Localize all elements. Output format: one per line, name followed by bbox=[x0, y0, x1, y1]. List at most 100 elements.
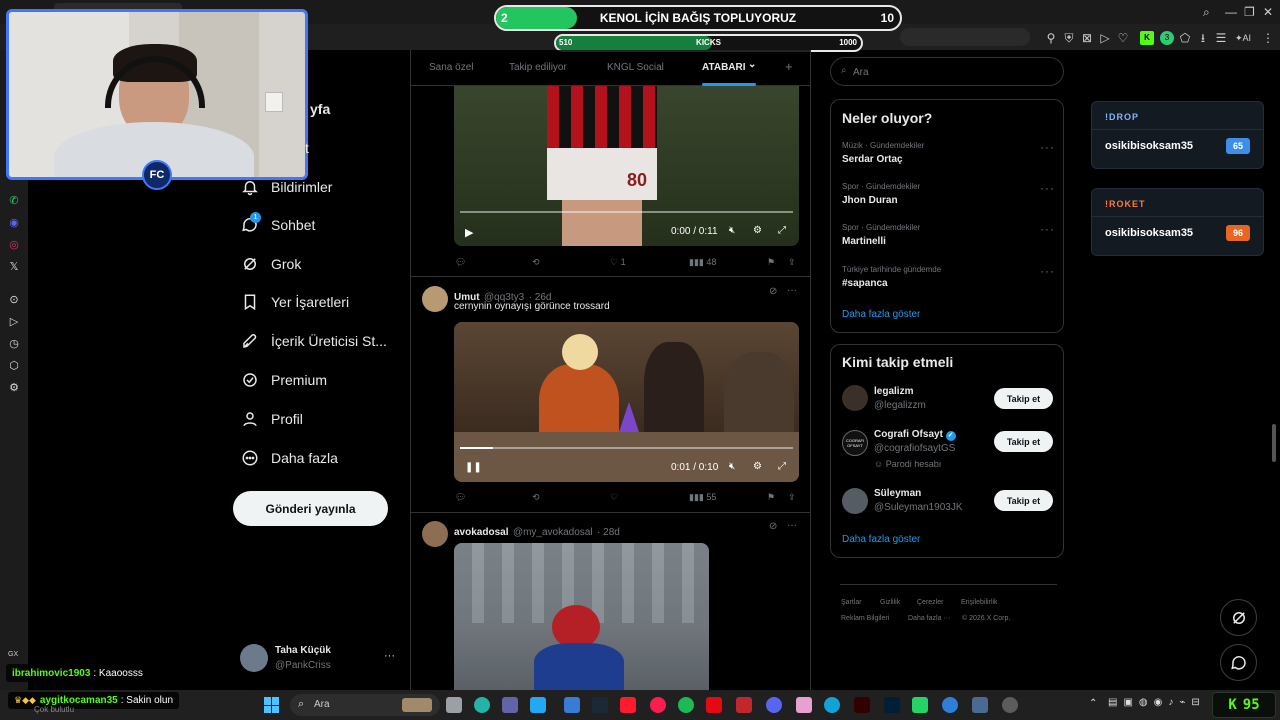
download-icon[interactable]: ⭳ bbox=[1196, 31, 1210, 45]
trend-more-icon[interactable]: ··· bbox=[1040, 140, 1055, 154]
bookmark-icon[interactable]: ⚑ bbox=[767, 492, 775, 503]
block-icon[interactable]: ⊠ bbox=[1080, 31, 1094, 45]
cube-icon[interactable]: ⬡ bbox=[6, 358, 22, 374]
retweet-icon[interactable]: ⟲ bbox=[532, 257, 540, 268]
views-icon[interactable]: ▮▮▮ 55 bbox=[689, 492, 716, 503]
instagram-icon[interactable]: ◎ bbox=[6, 237, 22, 253]
chrome-active-icon[interactable] bbox=[942, 697, 958, 713]
discord-icon[interactable] bbox=[766, 697, 782, 713]
opera-gx-icon[interactable] bbox=[650, 697, 666, 713]
x-icon[interactable]: 𝕏 bbox=[6, 259, 22, 275]
messages-floating-button[interactable] bbox=[1220, 644, 1257, 681]
like-icon[interactable]: ♡ 1 bbox=[610, 257, 626, 268]
share-icon[interactable]: ⇪ bbox=[788, 492, 796, 503]
grok-icon[interactable]: ⊘ bbox=[769, 521, 777, 532]
edge-icon[interactable] bbox=[474, 697, 490, 713]
nav-bookmarks[interactable]: Yer İşaretleri bbox=[240, 289, 349, 315]
search-icon[interactable]: ⌕ bbox=[1203, 5, 1210, 20]
photoshop-icon[interactable] bbox=[884, 697, 900, 713]
netflix-icon[interactable] bbox=[706, 697, 722, 713]
address-bar[interactable] bbox=[900, 28, 1030, 46]
retweet-icon[interactable]: ⟲ bbox=[532, 492, 540, 503]
tray-icons[interactable]: ▤▣◍◉♪⌁⊟ bbox=[1108, 697, 1206, 708]
ai-icon[interactable]: ✦AI bbox=[1234, 31, 1252, 45]
trend-item[interactable]: Müzik · Gündemdekiler Serdar Ortaç ··· bbox=[831, 138, 1063, 176]
fullscreen-icon[interactable]: ⤢ bbox=[778, 225, 786, 236]
nav-premium[interactable]: Premium bbox=[240, 367, 327, 393]
minimize-icon[interactable]: — bbox=[1225, 5, 1237, 19]
reply-icon[interactable]: 💬︎ bbox=[455, 492, 466, 503]
kick-ext-icon[interactable]: K bbox=[1140, 31, 1154, 45]
video-settings-icon[interactable]: ⚙ bbox=[753, 461, 762, 472]
whatsapp-icon[interactable]: ✆ bbox=[6, 193, 22, 209]
footer-cookies[interactable]: Çerezler bbox=[917, 599, 943, 606]
like-icon[interactable]: ♡ bbox=[610, 492, 618, 503]
pin-icon[interactable]: ⚲ bbox=[1044, 31, 1058, 45]
nav-explore-label-partial[interactable]: t bbox=[305, 140, 309, 156]
x-app-icon[interactable] bbox=[736, 697, 752, 713]
page-scrollbar[interactable] bbox=[1272, 424, 1276, 462]
footer-terms[interactable]: Şartlar bbox=[841, 599, 862, 606]
trend-more-icon[interactable]: ··· bbox=[1040, 264, 1055, 278]
tweet-more-icon[interactable]: ··· bbox=[787, 520, 797, 531]
heart-icon[interactable]: ♡ bbox=[1116, 31, 1130, 45]
tray-chevron-icon[interactable]: ⌃ bbox=[1089, 698, 1097, 709]
grok-icon[interactable]: ⊘ bbox=[769, 286, 777, 297]
video-progress-track[interactable] bbox=[460, 211, 793, 213]
trend-item[interactable]: Türkiye tarihinde gündemde #sapanca ··· bbox=[831, 262, 1063, 300]
illustrator-icon[interactable] bbox=[854, 697, 870, 713]
puzzle-icon[interactable]: ⬠ bbox=[1178, 31, 1192, 45]
video-progress-track[interactable] bbox=[460, 447, 793, 449]
nav-creator-studio[interactable]: İçerik Üreticisi St... bbox=[240, 328, 387, 354]
taskbar-search[interactable]: ⌕ Ara bbox=[290, 694, 440, 716]
tweet-author-handle[interactable]: @my_avokadosal bbox=[513, 527, 593, 538]
footer-ads-info[interactable]: Reklam Bilgileri bbox=[841, 615, 889, 622]
grok-floating-button[interactable] bbox=[1220, 599, 1257, 636]
tab-for-you[interactable]: Sana özel bbox=[429, 62, 473, 73]
reply-icon[interactable]: 💬︎ bbox=[455, 257, 466, 268]
trend-more-icon[interactable]: ··· bbox=[1040, 181, 1055, 195]
tweet-avatar[interactable] bbox=[422, 521, 448, 547]
pause-icon[interactable]: ❚❚ bbox=[465, 462, 482, 473]
nav-grok[interactable]: Grok bbox=[240, 251, 301, 277]
extension-icon[interactable]: 3 bbox=[1160, 31, 1174, 45]
add-tab-icon[interactable]: + bbox=[785, 59, 793, 74]
mute-icon[interactable]: 🔇︎ bbox=[729, 225, 735, 236]
nav-home-label-partial[interactable]: yfa bbox=[310, 101, 330, 117]
capcut-icon[interactable] bbox=[824, 697, 840, 713]
shield-icon[interactable]: ⛨ bbox=[1062, 31, 1076, 45]
follow-name[interactable]: Süleyman bbox=[874, 488, 921, 499]
views-icon[interactable]: ▮▮▮ 48 bbox=[689, 257, 716, 268]
nav-more[interactable]: Daha fazla bbox=[240, 445, 338, 471]
nav-chat[interactable]: 1 Sohbet bbox=[240, 212, 315, 238]
tab-following[interactable]: Takip ediliyor bbox=[509, 62, 567, 73]
trend-more-icon[interactable]: ··· bbox=[1040, 222, 1055, 236]
fullscreen-icon[interactable]: ⤢ bbox=[778, 461, 786, 472]
windows-start-icon[interactable] bbox=[264, 697, 280, 713]
clock-icon[interactable]: ◷ bbox=[6, 336, 22, 352]
follow-button[interactable]: Takip et bbox=[994, 490, 1053, 511]
tweet-author-name[interactable]: avokadosal bbox=[454, 527, 508, 538]
account-switcher[interactable]: Taha Küçük @PankCriss ··· bbox=[233, 640, 403, 678]
obs-icon[interactable] bbox=[1002, 697, 1018, 713]
tab-kngl-social[interactable]: KNGL Social bbox=[607, 62, 664, 73]
follow-name[interactable]: Cografi Ofsayt ✓ bbox=[874, 429, 956, 441]
task-view-icon[interactable] bbox=[446, 697, 462, 713]
follow-avatar[interactable] bbox=[842, 385, 868, 411]
close-icon[interactable]: ✕ bbox=[1263, 5, 1273, 19]
history-icon[interactable]: ☰ bbox=[1214, 31, 1228, 45]
play-icon[interactable]: ▶ bbox=[465, 226, 473, 239]
opera-icon[interactable] bbox=[620, 697, 636, 713]
follow-button[interactable]: Takip et bbox=[994, 388, 1053, 409]
trend-item[interactable]: Spor · Gündemdekiler Jhon Duran ··· bbox=[831, 179, 1063, 217]
maximize-icon[interactable]: ❐ bbox=[1244, 5, 1255, 19]
follow-button[interactable]: Takip et bbox=[994, 431, 1053, 452]
settings-icon[interactable]: ⚙ bbox=[6, 380, 22, 396]
nav-notifications[interactable]: Bildirimler bbox=[240, 174, 332, 200]
share-icon[interactable]: ⇪ bbox=[788, 257, 796, 268]
who-to-follow-show-more[interactable]: Daha fazla göster bbox=[842, 534, 920, 545]
discord-icon[interactable]: ◉ bbox=[6, 215, 22, 231]
post-button[interactable]: Gönderi yayınla bbox=[233, 491, 388, 526]
menu-icon[interactable]: ⋮ bbox=[1261, 31, 1275, 45]
footer-accessibility[interactable]: Erişilebilirlik bbox=[961, 599, 998, 606]
